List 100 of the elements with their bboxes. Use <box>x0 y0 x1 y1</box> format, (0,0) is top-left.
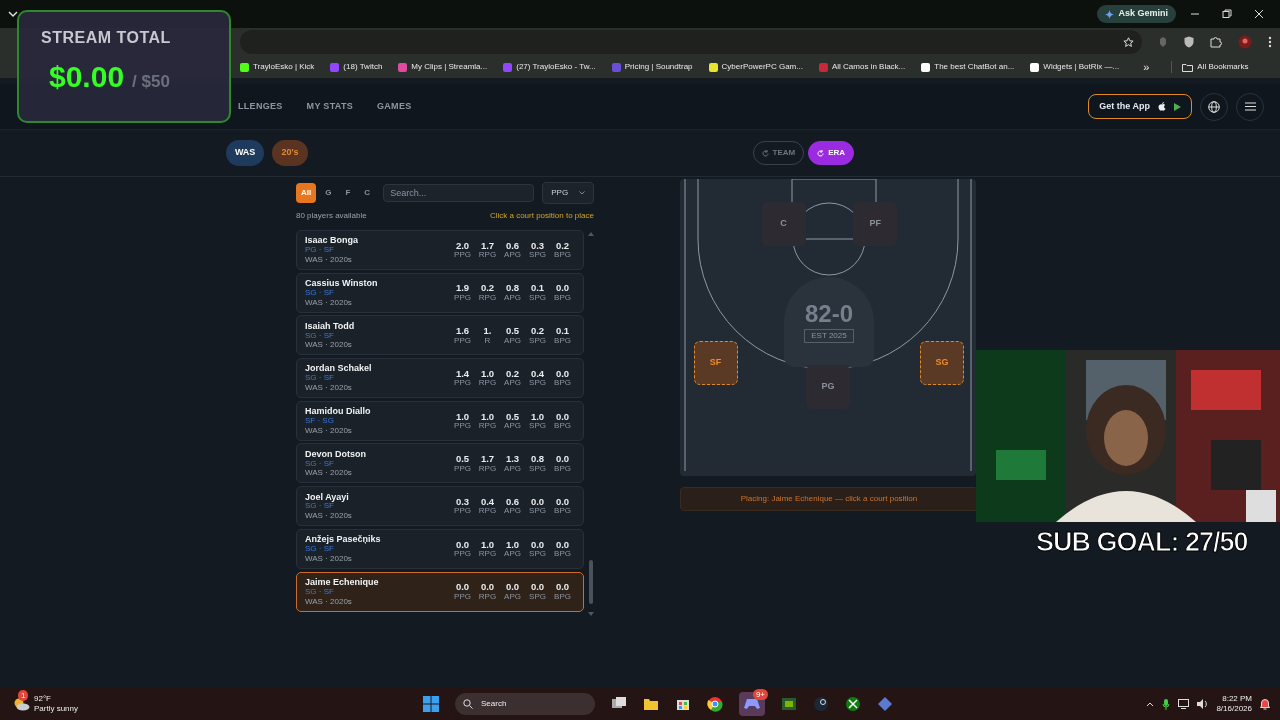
stat-label: BPG <box>554 464 571 473</box>
stat-value: 0.4 <box>530 368 545 380</box>
stat-value: 1.0 <box>480 368 495 380</box>
shield-icon[interactable] <box>1184 36 1194 48</box>
player-card[interactable]: Joel Ayayi SG · SF WAS · 2020s 0.3 PPG 0.4 RPG 0.6 APG 0.0 SPG 0.0 BPG <box>296 486 584 527</box>
search-field[interactable]: Search... <box>383 184 535 202</box>
player-positions: SG · SF <box>305 331 335 341</box>
bookmark-link[interactable]: TrayloEsko | Kick <box>240 61 315 73</box>
get-app-button[interactable]: Get the App <box>1088 93 1192 120</box>
close-icon[interactable] <box>1254 9 1264 19</box>
caret-up-icon[interactable] <box>1146 701 1155 707</box>
scrollbar[interactable] <box>588 230 594 618</box>
court-slot[interactable]: PF <box>853 201 898 246</box>
stat-label: PPG <box>454 421 471 430</box>
stat-label: APG <box>504 592 521 601</box>
player-team: WAS · 2020s <box>305 553 353 564</box>
bookmark-link[interactable]: All Camos in Black... <box>818 61 906 73</box>
stat-value: 0.3 <box>455 496 470 508</box>
player-positions: SG · SF <box>305 545 335 554</box>
ask-gemini-button[interactable]: Ask Gemini <box>1097 5 1176 23</box>
more-bookmarks-button[interactable]: » <box>1143 58 1150 76</box>
bookmark-link[interactable]: (18) Twitch <box>330 61 383 73</box>
nav-link[interactable]: LLENGES <box>238 99 283 114</box>
stat-label: APG <box>504 464 521 473</box>
diamond-icon[interactable] <box>877 696 894 712</box>
stat-value: 1.7 <box>480 454 495 465</box>
stat-value: 0.6 <box>505 240 520 252</box>
player-name: Isaiah Todd <box>305 320 356 332</box>
donation-goal: / $50 <box>132 71 170 93</box>
stat-label: BPG <box>554 550 571 559</box>
stat-value: 1. <box>483 326 492 337</box>
speaker-icon[interactable] <box>1197 699 1209 709</box>
player-card[interactable]: Anžejs Pasečņiks SG · SF WAS · 2020s 0.0 PPG 1.0 RPG 1.0 APG 0.0 SPG 0.0 BPG <box>296 528 584 569</box>
basketball-court[interactable]: 82-0 EST 2025 C PF SF SG PG <box>680 179 976 476</box>
stat-value: 0.2 <box>480 283 495 294</box>
player-name: Cassius Winston <box>305 278 379 289</box>
nav-link[interactable]: MY STATS <box>306 99 353 114</box>
stat-label: APG <box>504 293 521 302</box>
toggle-button[interactable]: ERA <box>808 141 855 165</box>
player-card[interactable]: Cassius Winston SG · SF WAS · 2020s 1.9 PPG 0.2 RPG 0.8 APG 0.1 SPG 0.0 BPG <box>296 272 584 313</box>
star-icon[interactable] <box>1123 36 1134 48</box>
avatar-icon[interactable] <box>1238 35 1252 49</box>
apple-icon <box>1158 102 1166 111</box>
browser-icon[interactable] <box>707 696 724 712</box>
sort-dropdown[interactable]: PPG <box>542 182 594 204</box>
player-card[interactable]: Jaime Echenique SG · SF WAS · 2020s 0.0 PPG 0.0 RPG 0.0 APG 0.0 SPG 0.0 BPG <box>296 571 584 612</box>
more-icon[interactable] <box>1268 36 1272 48</box>
restore-icon[interactable] <box>1222 9 1232 19</box>
stat-label: PPG <box>454 550 471 559</box>
nav-link[interactable]: GAMES <box>377 99 412 114</box>
chevron-down-icon[interactable] <box>8 10 18 18</box>
bookmark-link[interactable]: My Clips | Streamla... <box>398 61 488 73</box>
all-bookmarks-link[interactable]: All Bookmarks <box>1171 61 1249 73</box>
player-card[interactable]: Hamidou Diallo SF · SG WAS · 2020s 1.0 PPG 1.0 RPG 0.5 APG 1.0 SPG 0.0 BPG <box>296 400 584 441</box>
position-filter[interactable]: F <box>340 183 356 203</box>
chevron-down-icon <box>579 191 585 195</box>
stat-value: 0.3 <box>530 240 545 252</box>
player-card[interactable]: Jordan Schakel SG · SF WAS · 2020s 1.4 PPG 1.0 RPG 0.2 APG 0.4 SPG 0.0 BPG <box>296 358 584 399</box>
position-filter[interactable]: G <box>320 183 337 203</box>
stat-value: 1.7 <box>480 240 495 252</box>
stat-label: RPG <box>478 379 497 388</box>
windows-icon[interactable] <box>423 696 440 712</box>
temperature: 92°F <box>34 694 52 704</box>
bookmark-link[interactable]: Pricing | Soundtrap <box>611 61 693 73</box>
sub-goal-text: SUB GOAL: 27/50 <box>1036 526 1248 559</box>
search-icon <box>463 699 474 709</box>
player-card[interactable]: Isaac Bonga PG · SF WAS · 2020s 2.0 PPG 1.7 RPG 0.6 APG 0.3 SPG 0.2 BPG <box>296 230 584 270</box>
stat-label: APG <box>504 507 521 516</box>
position-filter[interactable]: C <box>359 183 376 203</box>
folder-icon[interactable] <box>643 696 660 712</box>
filter-chip[interactable]: 20's <box>272 140 308 166</box>
bookmark-link[interactable]: Widgets | BotRix —... <box>1030 61 1120 73</box>
puzzle-icon[interactable] <box>1210 36 1222 48</box>
player-card[interactable]: Isaiah Todd SG · SF WAS · 2020s 1.6 PPG 1. R 0.5 APG 0.2 SPG 0.1 BPG <box>296 315 584 356</box>
player-positions: SG · SF <box>305 288 335 298</box>
extension-icon[interactable] <box>1158 36 1168 48</box>
court-slot[interactable]: C <box>761 201 806 246</box>
court-slot[interactable]: SF <box>693 341 738 386</box>
stat-value: 1.4 <box>455 368 470 380</box>
stat-label: BPG <box>554 592 571 601</box>
player-name: Jordan Schakel <box>305 363 373 375</box>
bookmark-link[interactable]: The best ChatBot an... <box>921 61 1015 73</box>
player-positions: SG · SF <box>305 587 334 597</box>
bookmark-link[interactable]: (27) TrayloEsko - Tw... <box>503 61 596 73</box>
chat-app-button[interactable]: 9+ <box>739 692 766 716</box>
stat-label: PPG <box>454 464 471 473</box>
player-card[interactable]: Devon Dotson SG · SF WAS · 2020s 0.5 PPG 1.7 RPG 1.3 APG 0.8 SPG 0.0 BPG <box>296 443 584 484</box>
bell-icon[interactable] <box>1260 698 1270 710</box>
court-slot[interactable]: SG <box>919 341 964 386</box>
microphone-icon[interactable] <box>1162 698 1171 710</box>
court-slot[interactable]: PG <box>806 364 850 409</box>
place-hint: Click a court position to place <box>489 210 594 222</box>
stat-value: 0.0 <box>555 411 570 422</box>
bookmark-link[interactable]: CyberPowerPC Gam... <box>708 61 803 73</box>
xbox-icon[interactable] <box>845 696 862 712</box>
monitor-icon[interactable] <box>1178 699 1190 709</box>
filter-chip[interactable]: WAS <box>225 140 265 166</box>
taskbar-search[interactable]: Search <box>455 693 596 715</box>
menu-icon <box>1244 102 1256 111</box>
stat-label: APG <box>504 379 521 388</box>
